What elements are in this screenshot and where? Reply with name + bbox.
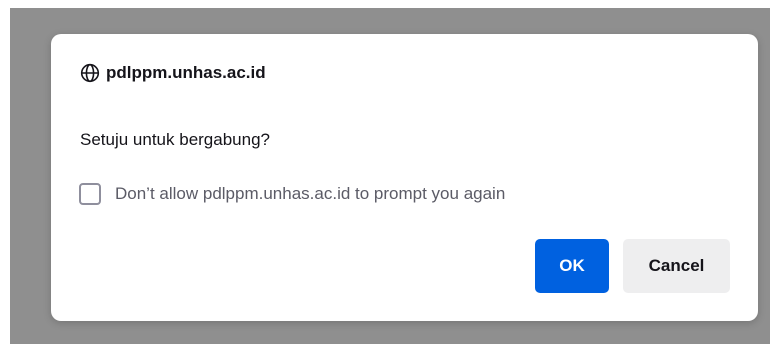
cancel-button[interactable]: Cancel	[623, 239, 730, 293]
globe-icon	[80, 63, 100, 83]
dialog-origin: pdlppm.unhas.ac.id	[80, 63, 266, 83]
dont-allow-row[interactable]: Don’t allow pdlppm.unhas.ac.id to prompt…	[79, 183, 505, 205]
origin-domain: pdlppm.unhas.ac.id	[106, 63, 266, 82]
dont-allow-checkbox[interactable]	[79, 183, 101, 205]
prompt-dialog: pdlppm.unhas.ac.id Setuju untuk bergabun…	[51, 34, 758, 321]
dont-allow-label[interactable]: Don’t allow pdlppm.unhas.ac.id to prompt…	[115, 184, 505, 204]
page-background-edge	[0, 8, 10, 344]
dialog-message: Setuju untuk bergabung?	[80, 130, 270, 149]
ok-button[interactable]: OK	[535, 239, 609, 293]
page-background-strip	[0, 0, 770, 8]
